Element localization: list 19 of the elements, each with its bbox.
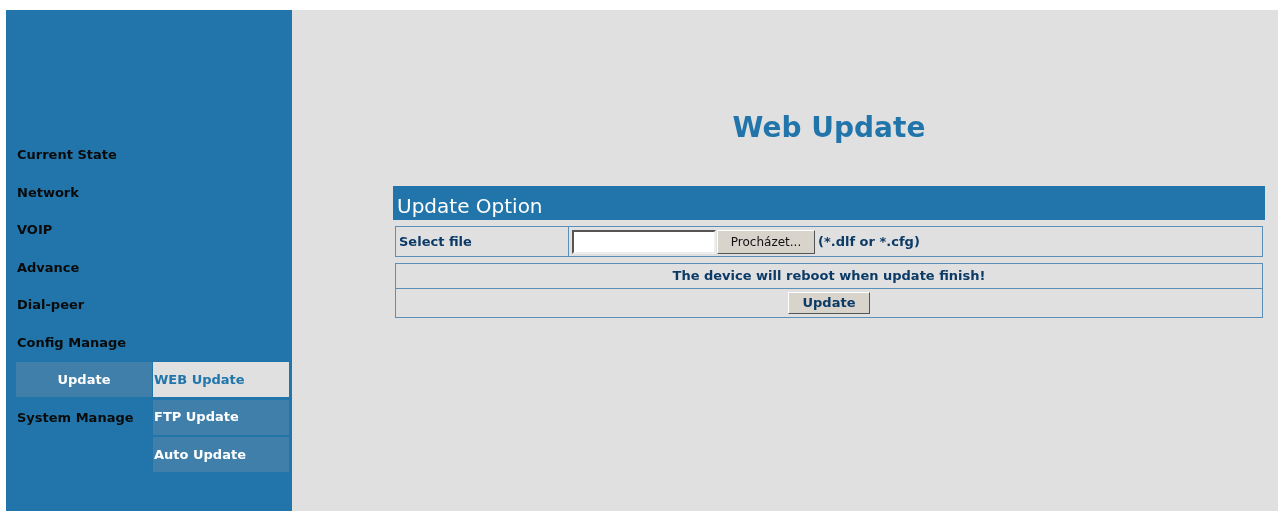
sidebar-item[interactable]: Advance	[16, 249, 81, 285]
sidebar-item[interactable]: Dial-peer	[16, 287, 86, 323]
page-title: Web Update	[731, 110, 927, 146]
sidebar-item[interactable]: System Manage	[16, 399, 135, 435]
sidebar-item[interactable]: Network	[16, 174, 80, 210]
submenu-item[interactable]: Auto Update	[153, 437, 289, 472]
browse-button[interactable]: Procházet...	[717, 229, 815, 254]
submenu-item[interactable]: FTP Update	[153, 399, 289, 435]
sidebar-item[interactable]: VOIP	[16, 212, 54, 248]
update-button[interactable]: Update	[788, 292, 870, 314]
file-type-hint: (*.dlf or *.cfg)	[818, 232, 920, 251]
field-label: Select file	[396, 227, 569, 256]
sidebar-item[interactable]: Current State	[16, 137, 118, 173]
sidebar-item[interactable]: Update	[16, 362, 152, 398]
reboot-notice: The device will reboot when update finish!	[672, 267, 986, 286]
panel-header: Update Option	[393, 186, 1265, 220]
submenu-item[interactable]: WEB Update	[153, 362, 289, 397]
file-input[interactable]	[572, 229, 716, 254]
sidebar-item[interactable]: Config Manage	[16, 324, 128, 360]
